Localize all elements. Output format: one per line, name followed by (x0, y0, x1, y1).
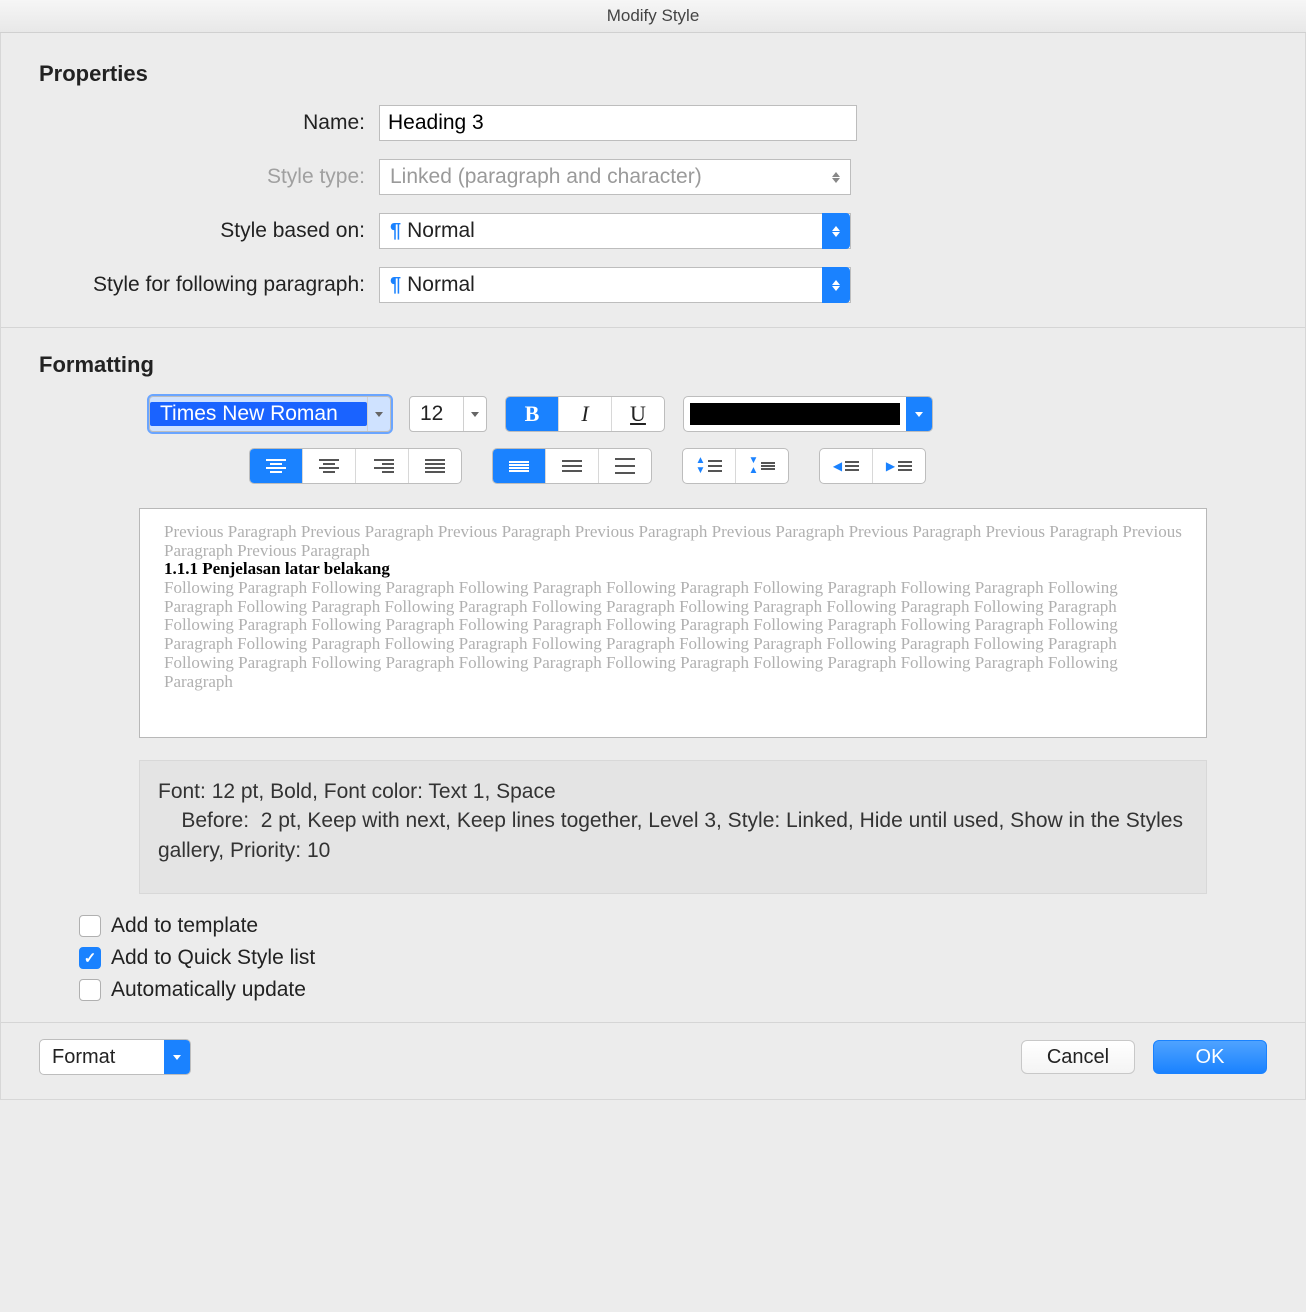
bold-button[interactable]: B (506, 397, 559, 431)
modify-style-dialog: Properties Name: Style type: Linked (par… (0, 33, 1306, 1100)
preview-ghost-before: Previous Paragraph Previous Paragraph Pr… (164, 522, 1182, 560)
add-to-quick-style-checkbox[interactable]: ✓ (79, 947, 101, 969)
style-type-select: Linked (paragraph and character) (379, 159, 851, 195)
underline-button[interactable]: U (612, 397, 664, 431)
font-style-group: B I U (505, 396, 665, 432)
add-to-template-checkbox[interactable] (79, 915, 101, 937)
based-on-value: Normal (407, 219, 475, 243)
based-on-label: Style based on: (39, 219, 379, 243)
chevron-down-icon (164, 1040, 190, 1074)
indent-decrease-button[interactable]: ◀ (820, 449, 873, 483)
chevron-down-icon (906, 397, 932, 431)
desc-line-2: Before: 2 pt, Keep with next, Keep lines… (158, 806, 1188, 865)
based-on-select[interactable]: ¶ Normal (379, 213, 851, 249)
desc-line-1: Font: 12 pt, Bold, Font color: Text 1, S… (158, 777, 1188, 806)
format-menu-button[interactable]: Format (39, 1039, 191, 1075)
indent-increase-button[interactable]: ▶ (873, 449, 925, 483)
updown-icon (822, 159, 850, 195)
color-swatch (690, 403, 900, 425)
updown-icon (822, 213, 850, 249)
align-justify-button[interactable] (409, 449, 461, 483)
para-space-increase-button[interactable]: ▲▼ (683, 449, 736, 483)
format-button-label: Format (40, 1046, 164, 1069)
line-spacing-group (492, 448, 652, 484)
indent-group: ◀ ▶ (819, 448, 926, 484)
pilcrow-icon: ¶ (390, 220, 401, 243)
font-size-value: 12 (410, 402, 463, 426)
para-space-decrease-button[interactable]: ▼▲ (736, 449, 788, 483)
spacing-1-button[interactable] (493, 449, 546, 483)
style-type-label: Style type: (39, 165, 379, 189)
spacing-1-5-button[interactable] (546, 449, 599, 483)
name-input[interactable] (379, 105, 857, 141)
font-family-combo[interactable]: Times New Roman (149, 396, 391, 432)
font-size-combo[interactable]: 12 (409, 396, 487, 432)
preview-sample-text: 1.1.1 Penjelasan latar belakang (164, 559, 390, 578)
preview-pane: Previous Paragraph Previous Paragraph Pr… (139, 508, 1207, 738)
following-label: Style for following paragraph: (39, 273, 379, 297)
dialog-title: Modify Style (0, 0, 1306, 33)
align-center-button[interactable] (303, 449, 356, 483)
pilcrow-icon: ¶ (390, 274, 401, 297)
chevron-down-icon (463, 397, 486, 431)
formatting-header: Formatting (39, 352, 1267, 378)
ok-button[interactable]: OK (1153, 1040, 1267, 1074)
italic-button[interactable]: I (559, 397, 612, 431)
font-family-value: Times New Roman (150, 402, 367, 426)
cancel-button[interactable]: Cancel (1021, 1040, 1135, 1074)
name-label: Name: (39, 111, 379, 135)
following-select[interactable]: ¶ Normal (379, 267, 851, 303)
chevron-down-icon (367, 397, 390, 431)
add-to-template-label: Add to template (111, 914, 258, 938)
properties-header: Properties (39, 61, 1267, 87)
add-to-quick-style-label: Add to Quick Style list (111, 946, 315, 970)
align-right-button[interactable] (356, 449, 409, 483)
align-left-button[interactable] (250, 449, 303, 483)
auto-update-label: Automatically update (111, 978, 306, 1002)
auto-update-checkbox[interactable] (79, 979, 101, 1001)
style-description: Font: 12 pt, Bold, Font color: Text 1, S… (139, 760, 1207, 894)
alignment-group (249, 448, 462, 484)
para-spacing-group: ▲▼ ▼▲ (682, 448, 789, 484)
style-type-value: Linked (paragraph and character) (390, 165, 702, 189)
preview-ghost-after: Following Paragraph Following Paragraph … (164, 578, 1118, 690)
font-color-combo[interactable] (683, 396, 933, 432)
spacing-2-button[interactable] (599, 449, 651, 483)
updown-icon (822, 267, 850, 303)
following-value: Normal (407, 273, 475, 297)
